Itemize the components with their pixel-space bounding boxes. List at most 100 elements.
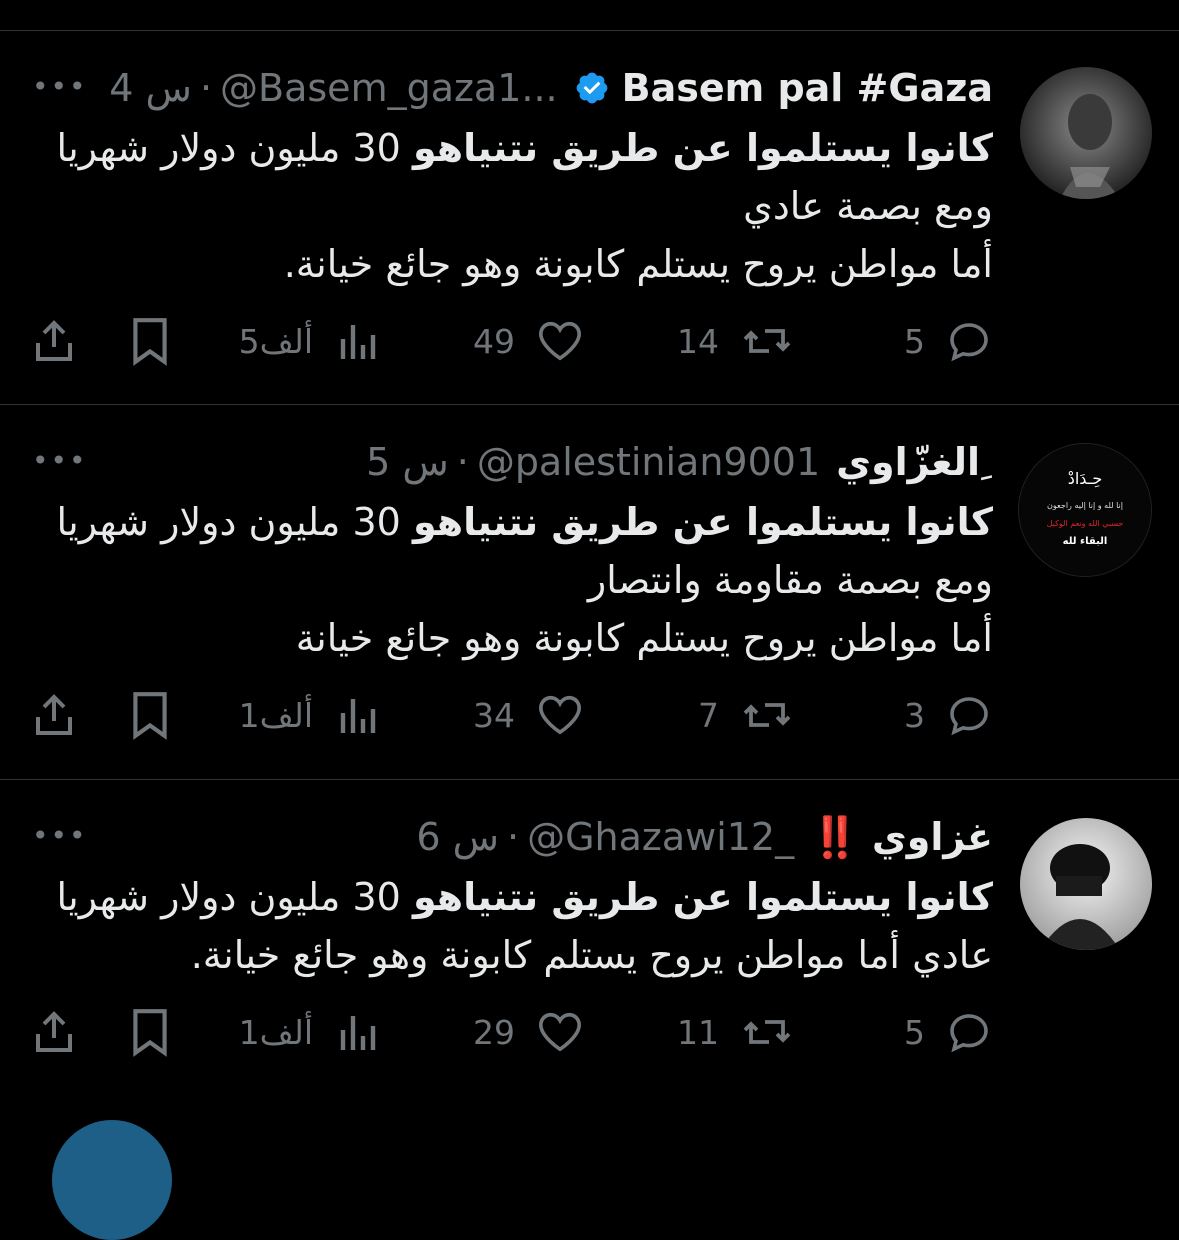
views-icon: [340, 699, 376, 733]
tweet-header: غزاوي ‼️ 6 س · @Ghazawi12_: [30, 812, 993, 862]
text-rest: 30 مليون دولار شهريا: [56, 875, 413, 919]
tweet-header: Basem pal #Gaza 4 س · @Basem_gaza1...: [30, 63, 993, 113]
views-button[interactable]: 1ألف: [239, 689, 377, 741]
avatar-verse: إنا لله و إنا إليه راجعون: [1047, 501, 1123, 511]
handle-and-time: 5 س · @palestinian9001: [362, 440, 824, 484]
avatar[interactable]: [1020, 818, 1152, 950]
retweet-count: 11: [677, 1012, 719, 1052]
share-icon: [36, 694, 72, 735]
verified-badge-icon: [576, 72, 608, 104]
post-time[interactable]: 6 س: [416, 815, 499, 859]
text-line-2: عادي أما مواطن يروح يستلم كابونة وهو جائ…: [190, 933, 993, 977]
author-handle[interactable]: @Basem_gaza1...: [220, 66, 558, 110]
text-line-3: أما مواطن يروح يستلم كابونة وهو جائع خيا…: [283, 242, 993, 286]
text-bold: كانوا يستلموا عن طريق نتنياهو: [412, 875, 993, 919]
bookmark-icon: [133, 318, 167, 366]
text-line-2: ومع بصمة مقاومة وانتصار: [587, 558, 993, 602]
like-count: 29: [473, 1012, 515, 1052]
avatar-image: حِـدَادْ إنا لله و إنا إليه راجعون حسبي …: [1019, 444, 1151, 576]
retweet-count: 7: [698, 695, 719, 735]
like-count: 49: [473, 321, 515, 361]
avatar[interactable]: حِـدَادْ إنا لله و إنا إليه راجعون حسبي …: [1018, 443, 1152, 577]
retweet-icon: [743, 703, 791, 727]
avatar-bottom: البقاء لله: [1063, 536, 1108, 547]
reply-count: 3: [904, 695, 925, 735]
text-bold: كانوا يستلموا عن طريق نتنياهو: [412, 126, 993, 170]
avatar-title: حِـدَادْ: [1068, 469, 1103, 488]
text-rest: 30 مليون دولار شهريا: [56, 126, 413, 170]
text-line-2: ومع بصمة عادي: [743, 184, 993, 228]
retweet-button[interactable]: 14: [677, 315, 793, 367]
bookmark-button[interactable]: [128, 315, 172, 367]
views-icon: [340, 325, 376, 359]
share-button[interactable]: [30, 315, 78, 367]
heart-icon: [539, 321, 581, 361]
dot-separator: ·: [199, 66, 213, 110]
author-name[interactable]: Basem pal #Gaza: [622, 66, 993, 110]
tweet-text: كانوا يستلموا عن طريق نتنياهو 30 مليون د…: [40, 493, 993, 667]
like-count: 34: [473, 695, 515, 735]
more-options-icon[interactable]: •••: [32, 447, 88, 475]
reply-button[interactable]: 5: [904, 1006, 993, 1058]
avatar-red-line: حسبي الله ونعم الوكيل: [1047, 519, 1124, 528]
tweet-3[interactable]: غزاوي ‼️ 6 س · @Ghazawi12_ ••• كانوا يست…: [0, 780, 1179, 1110]
text-rest: 30 مليون دولار شهريا: [56, 500, 413, 544]
tweet-2[interactable]: حِـدَادْ إنا لله و إنا إليه راجعون حسبي …: [0, 405, 1179, 780]
like-button[interactable]: 49: [473, 315, 583, 367]
retweet-icon: [743, 1020, 791, 1044]
dot-separator: ·: [456, 440, 469, 484]
reply-count: 5: [904, 321, 925, 361]
retweet-button[interactable]: 11: [677, 1006, 793, 1058]
bookmark-icon: [133, 1009, 167, 1057]
retweet-count: 14: [677, 321, 719, 361]
share-icon: [36, 320, 72, 361]
action-bar: 3 7 34 1ألف: [30, 689, 993, 741]
reply-count: 5: [904, 1012, 925, 1052]
reply-button[interactable]: 3: [904, 689, 993, 741]
floating-button-peek[interactable]: [52, 1120, 172, 1240]
views-button[interactable]: 5ألف: [239, 315, 377, 367]
reply-icon: [950, 323, 988, 362]
dot-separator: ·: [506, 815, 520, 859]
bookmark-button[interactable]: [128, 689, 172, 741]
text-bold: كانوا يستلموا عن طريق نتنياهو: [412, 500, 993, 544]
avatar-image: [1020, 67, 1152, 199]
heart-icon: [539, 695, 581, 735]
views-button[interactable]: 1ألف: [239, 1006, 377, 1058]
bookmark-button[interactable]: [128, 1006, 172, 1058]
reply-icon: [950, 697, 988, 736]
text-line-3: أما مواطن يروح يستلم كابونة وهو جائع خيا…: [295, 616, 993, 660]
author-name[interactable]: غزاوي: [872, 815, 993, 859]
retweet-icon: [743, 329, 791, 353]
share-button[interactable]: [30, 689, 78, 741]
author-handle[interactable]: @palestinian9001: [477, 440, 820, 484]
more-options-icon[interactable]: •••: [32, 822, 88, 850]
views-icon: [340, 1016, 376, 1050]
reply-button[interactable]: 5: [904, 315, 993, 367]
reply-icon: [950, 1014, 988, 1053]
retweet-button[interactable]: 7: [698, 689, 793, 741]
more-options-icon[interactable]: •••: [32, 73, 88, 101]
post-time[interactable]: 5 س: [366, 440, 449, 484]
tweet-text: كانوا يستلموا عن طريق نتنياهو 30 مليون د…: [40, 868, 993, 984]
views-count: 1ألف: [238, 1012, 313, 1052]
share-button[interactable]: [30, 1006, 78, 1058]
tweet-1[interactable]: Basem pal #Gaza 4 س · @Basem_gaza1... ••…: [0, 31, 1179, 405]
alert-emoji-icon: ‼️: [810, 814, 860, 861]
heart-icon: [539, 1012, 581, 1052]
avatar[interactable]: [1020, 67, 1152, 199]
post-time[interactable]: 4 س: [109, 66, 192, 110]
views-count: 5ألف: [238, 321, 313, 361]
action-bar: 5 14 49 5ألف: [30, 315, 993, 367]
like-button[interactable]: 29: [473, 1006, 583, 1058]
handle-and-time: 6 س · @Ghazawi12_: [412, 815, 798, 859]
author-name[interactable]: الغزّاوي ِ: [836, 440, 993, 484]
views-count: 1ألف: [238, 695, 313, 735]
avatar-image: [1020, 818, 1152, 950]
like-button[interactable]: 34: [473, 689, 583, 741]
bookmark-icon: [133, 692, 167, 740]
share-icon: [36, 1011, 72, 1052]
tweet-text: كانوا يستلموا عن طريق نتنياهو 30 مليون د…: [40, 119, 993, 293]
author-handle[interactable]: @Ghazawi12_: [527, 815, 794, 859]
handle-and-time: 4 س · @Basem_gaza1...: [105, 66, 561, 110]
